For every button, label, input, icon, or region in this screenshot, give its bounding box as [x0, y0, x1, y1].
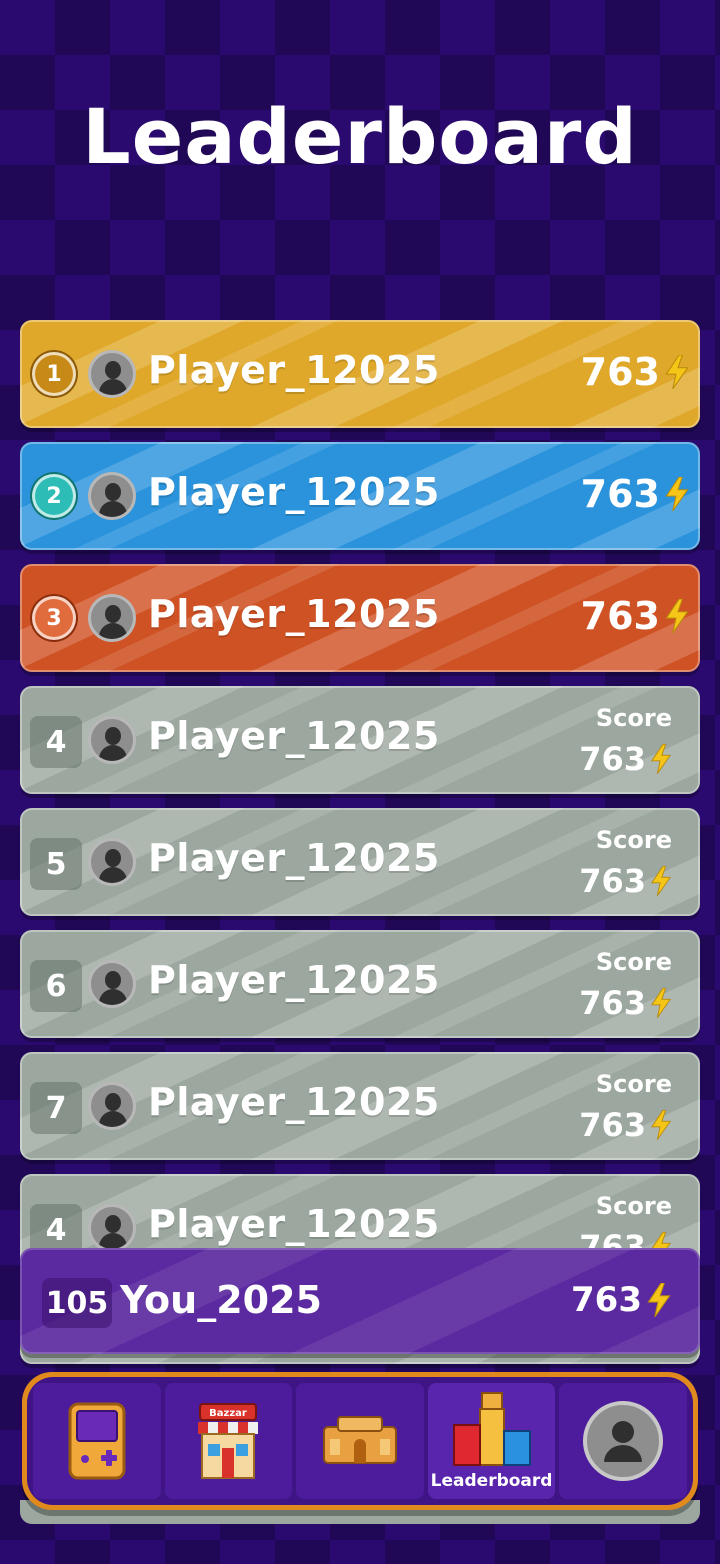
score-value: 763	[571, 1280, 642, 1320]
score-value: 763	[579, 740, 646, 778]
rank-badge: 6	[30, 960, 82, 1012]
player-avatar-icon	[88, 960, 136, 1008]
player-name: Player_12025	[148, 1080, 440, 1124]
nav-leaderboard-button[interactable]: Leaderboard	[427, 1383, 556, 1499]
current-user-score: 763	[571, 1280, 672, 1320]
current-user-name: You_2025	[120, 1278, 322, 1322]
score-value: 763	[580, 472, 660, 516]
player-avatar-icon	[88, 1082, 136, 1130]
player-score: 763	[579, 984, 672, 1022]
nav-profile-button[interactable]	[559, 1383, 687, 1499]
player-name: Player_12025	[148, 470, 440, 514]
player-avatar-icon	[88, 1204, 136, 1252]
lightning-bolt-icon	[665, 599, 689, 633]
leaderboard-row-1[interactable]: 1 Player_12025 763	[20, 320, 700, 428]
score-label: Score	[595, 1192, 672, 1220]
current-user-rank: 105	[42, 1278, 112, 1328]
player-avatar-icon	[88, 838, 136, 886]
leaderboard-row-7[interactable]: 7 Player_12025 Score 763	[20, 1052, 700, 1160]
nav-games-button[interactable]	[33, 1383, 161, 1499]
lightning-bolt-icon	[665, 477, 689, 511]
player-avatar-icon	[88, 716, 136, 764]
player-score: 763	[579, 1106, 672, 1144]
player-name: Player_12025	[148, 714, 440, 758]
silver-medal-icon: 2	[32, 474, 76, 518]
player-avatar-icon	[88, 472, 136, 520]
lightning-bolt-icon	[665, 355, 689, 389]
player-name: Player_12025	[148, 1202, 440, 1246]
player-name: Player_12025	[148, 836, 440, 880]
player-score: 763	[579, 740, 672, 778]
leaderboard-row-2[interactable]: 2 Player_12025 763	[20, 442, 700, 550]
podium-icon	[452, 1392, 531, 1466]
player-score: 763	[581, 350, 690, 394]
score-value: 763	[580, 594, 660, 638]
score-value: 763	[580, 350, 660, 394]
score-value: 763	[579, 1106, 646, 1144]
player-name: Player_12025	[148, 348, 440, 392]
leaderboard-row-5[interactable]: 5 Player_12025 Score 763	[20, 808, 700, 916]
player-score: 763	[579, 862, 672, 900]
rank-badge: 4	[30, 716, 82, 768]
score-label: Score	[595, 948, 672, 976]
nav-leaderboard-label: Leaderboard	[430, 1471, 553, 1491]
player-score: 763	[581, 472, 690, 516]
bazaar-shop-icon: Bazzar	[198, 1403, 259, 1479]
player-name: Player_12025	[148, 958, 440, 1002]
rank-badge: 5	[30, 838, 82, 890]
lightning-bolt-icon	[650, 988, 672, 1018]
player-score: 763	[581, 594, 690, 638]
temple-icon	[322, 1416, 397, 1464]
bronze-medal-icon: 3	[32, 596, 76, 640]
score-value: 763	[579, 862, 646, 900]
game-console-icon	[68, 1402, 126, 1480]
gold-medal-icon: 1	[32, 352, 76, 396]
leaderboard-row-6[interactable]: 6 Player_12025 Score 763	[20, 930, 700, 1038]
lightning-bolt-icon	[647, 1283, 671, 1317]
current-user-row[interactable]: 105 You_2025 763	[20, 1248, 700, 1354]
page-title: Leaderboard	[82, 92, 638, 181]
lightning-bolt-icon	[650, 1110, 672, 1140]
lightning-bolt-icon	[650, 866, 672, 896]
nav-temple-button[interactable]	[296, 1383, 424, 1499]
score-label: Score	[595, 704, 672, 732]
score-label: Score	[595, 1070, 672, 1098]
leaderboard-row-4[interactable]: 4 Player_12025 Score 763	[20, 686, 700, 794]
player-avatar-icon	[88, 594, 136, 642]
bottom-navbar: Bazzar Leaderboard	[22, 1372, 698, 1510]
nav-bazaar-button[interactable]: Bazzar	[164, 1383, 293, 1499]
bazaar-sign-text: Bazzar	[210, 1408, 248, 1419]
leaderboard-row-3[interactable]: 3 Player_12025 763	[20, 564, 700, 672]
profile-avatar-icon	[583, 1401, 664, 1481]
score-value: 763	[579, 984, 646, 1022]
player-avatar-icon	[88, 350, 136, 398]
score-label: Score	[595, 826, 672, 854]
rank-badge: 7	[30, 1082, 82, 1134]
lightning-bolt-icon	[650, 744, 672, 774]
player-name: Player_12025	[148, 592, 440, 636]
